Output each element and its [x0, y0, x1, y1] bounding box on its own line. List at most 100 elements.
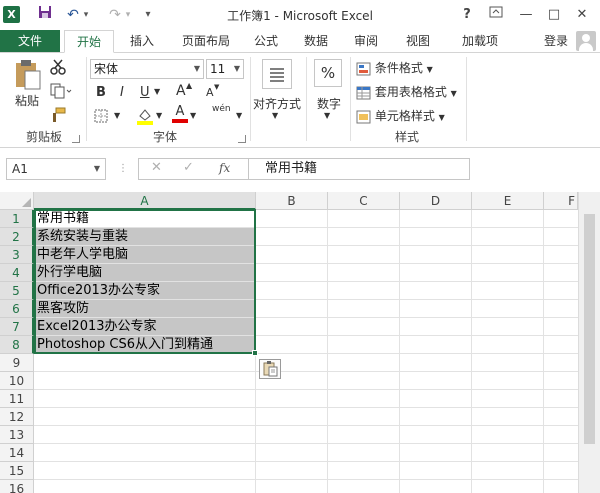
column-header-c[interactable]: C — [328, 192, 400, 210]
name-box[interactable]: A1 ▼ — [6, 158, 106, 180]
fill-handle[interactable] — [252, 350, 258, 356]
select-all-button[interactable] — [0, 192, 34, 210]
bold-button[interactable]: B — [96, 85, 106, 100]
row-header[interactable]: 9 — [0, 354, 34, 372]
worksheet-grid[interactable]: A B C D E F 1 2 3 4 5 6 7 8 9 10 11 12 1… — [0, 192, 600, 493]
row-header[interactable]: 3 — [0, 246, 34, 264]
row-header[interactable]: 10 — [0, 372, 34, 390]
underline-button[interactable]: U — [140, 85, 150, 100]
column-header-f[interactable]: F — [544, 192, 578, 210]
alignment-dropdown-icon[interactable]: ▼ — [272, 111, 278, 120]
confirm-entry-icon[interactable]: ✓ — [183, 160, 194, 175]
minimize-button[interactable]: — — [514, 4, 538, 26]
number-button[interactable]: 数字 — [310, 95, 348, 112]
cell-a1[interactable]: 常用书籍 — [35, 210, 255, 227]
row-header[interactable]: 1 — [0, 210, 34, 228]
vertical-scrollbar[interactable] — [578, 192, 600, 493]
tab-home[interactable]: 开始 — [64, 30, 114, 53]
cell-a2[interactable]: 系统安装与重装 — [35, 228, 255, 245]
cell-a3[interactable]: 中老年人学电脑 — [35, 246, 255, 263]
font-color-button[interactable]: A — [172, 105, 188, 123]
fill-color-icon[interactable] — [136, 107, 154, 125]
row-header[interactable]: 16 — [0, 480, 34, 493]
phonetic-dropdown-icon[interactable]: ▼ — [236, 111, 242, 120]
paste-button[interactable]: 粘贴 — [8, 59, 46, 119]
cell-a5[interactable]: Office2013办公专家 — [35, 282, 255, 299]
tab-insert[interactable]: 插入 — [120, 30, 164, 52]
column-header-e[interactable]: E — [472, 192, 544, 210]
tab-review[interactable]: 审阅 — [346, 30, 386, 52]
row-header[interactable]: 7 — [0, 318, 34, 336]
ribbon-home: 粘贴 剪贴板 宋体 ▼ 11 ▼ B I U ▼ A ▲ A ▼ ▼ ▼ A ▼… — [0, 52, 600, 148]
row-header[interactable]: 5 — [0, 282, 34, 300]
paste-options-icon[interactable] — [259, 359, 281, 379]
alignment-label: 对齐方式 — [252, 97, 301, 111]
tab-file[interactable]: 文件 — [0, 30, 60, 52]
row-header[interactable]: 12 — [0, 408, 34, 426]
save-icon[interactable] — [34, 5, 56, 25]
login-link[interactable]: 登录 — [544, 30, 568, 52]
font-color-dropdown-icon[interactable]: ▼ — [190, 111, 196, 120]
cell-a7[interactable]: Excel2013办公专家 — [35, 318, 255, 335]
tab-view[interactable]: 视图 — [398, 30, 438, 52]
phonetic-guide-button[interactable]: wén — [212, 105, 231, 114]
restore-button[interactable]: □ — [542, 4, 566, 26]
ribbon-display-options-icon[interactable] — [484, 4, 508, 26]
copy-icon[interactable] — [50, 83, 76, 103]
fill-color-dropdown-icon[interactable]: ▼ — [156, 111, 162, 120]
user-avatar-icon[interactable] — [576, 31, 596, 51]
number-dropdown-icon[interactable]: ▼ — [324, 111, 330, 120]
cancel-entry-icon[interactable]: ✕ — [151, 160, 162, 175]
row-header[interactable]: 8 — [0, 336, 34, 354]
font-dialog-launcher-icon[interactable] — [238, 135, 246, 143]
column-header-d[interactable]: D — [400, 192, 472, 210]
tab-page-layout[interactable]: 页面布局 — [172, 30, 240, 52]
alignment-button[interactable]: 对齐方式 — [252, 95, 302, 112]
borders-dropdown-icon[interactable]: ▼ — [114, 111, 120, 120]
tab-data[interactable]: 数据 — [296, 30, 336, 52]
cell-a8[interactable]: Photoshop CS6从入门到精通 — [35, 336, 255, 353]
format-painter-icon[interactable] — [50, 107, 70, 127]
undo-dropdown-icon[interactable]: ▾ — [80, 5, 92, 25]
cell-a6[interactable]: 黑客攻防 — [35, 300, 255, 317]
format-as-table-button[interactable]: 套用表格格式 ▼ — [356, 83, 460, 101]
row-header[interactable]: 2 — [0, 228, 34, 246]
number-label: 数字 — [316, 97, 341, 111]
redo-dropdown-icon[interactable]: ▾ — [122, 5, 134, 25]
column-header-a[interactable]: A — [34, 192, 256, 210]
tab-addins[interactable]: 加载项 — [452, 30, 508, 52]
font-name-select[interactable]: 宋体 ▼ — [90, 59, 204, 79]
alignment-icon[interactable] — [262, 59, 292, 89]
row-header[interactable]: 11 — [0, 390, 34, 408]
insert-function-icon[interactable]: fx — [219, 161, 230, 175]
row-header[interactable]: 6 — [0, 300, 34, 318]
close-button[interactable]: ✕ — [570, 4, 594, 26]
borders-icon[interactable] — [94, 109, 110, 123]
gridline — [34, 461, 600, 462]
font-size-select[interactable]: 11 ▼ — [206, 59, 244, 79]
formula-bar-splitter-icon[interactable]: ⋮ — [118, 162, 128, 176]
clipboard-dialog-launcher-icon[interactable] — [72, 135, 80, 143]
row-header[interactable]: 13 — [0, 426, 34, 444]
number-format-icon[interactable]: % — [314, 59, 342, 87]
italic-button[interactable]: I — [120, 85, 124, 100]
row-header[interactable]: 14 — [0, 444, 34, 462]
conditional-formatting-button[interactable]: 条件格式 ▼ — [356, 59, 446, 77]
cut-icon[interactable] — [50, 59, 70, 79]
chevron-down-icon[interactable]: ▼ — [94, 159, 100, 179]
row-header[interactable]: 4 — [0, 264, 34, 282]
formula-input[interactable]: 常用书籍 — [248, 158, 470, 180]
underline-dropdown-icon[interactable]: ▼ — [154, 87, 160, 96]
decrease-font-size-button[interactable]: A — [206, 86, 214, 99]
customize-quick-access-icon[interactable]: ▾ — [140, 5, 156, 25]
cell-a4[interactable]: 外行学电脑 — [35, 264, 255, 281]
column-header-b[interactable]: B — [256, 192, 328, 210]
row-header[interactable]: 15 — [0, 462, 34, 480]
tab-formulas[interactable]: 公式 — [246, 30, 286, 52]
excel-app-icon[interactable]: X — [3, 6, 20, 23]
cell-styles-button[interactable]: 单元格样式 ▼ — [356, 107, 460, 125]
font-group-label: 字体 — [152, 130, 177, 144]
help-button[interactable]: ? — [455, 4, 479, 26]
grow-arrow-icon: ▲ — [186, 81, 193, 90]
increase-font-size-button[interactable]: A — [176, 83, 186, 99]
